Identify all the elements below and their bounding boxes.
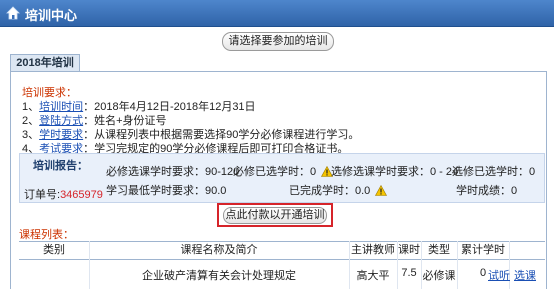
course-table-header: 类别 课程名称及简介 主讲教师 课时 类型 累计学时 <box>19 241 545 260</box>
minimum-hours-requirement: 学习最低学时要求：90.0 <box>106 185 227 197</box>
home-icon <box>6 6 20 20</box>
hours-score: 学时成绩：0 <box>456 185 518 197</box>
required-selected-hours: 必修已选学时：0 <box>233 163 334 179</box>
required-hours-requirement: 必修选课学时要求：90-120 <box>106 166 240 178</box>
course-teacher: 高大平 <box>356 270 390 282</box>
pay-to-activate-button[interactable]: 点此付款以开通培训 <box>223 207 327 224</box>
completed-hours: 已完成学时：0.0 <box>289 182 388 198</box>
title-bar: 培训中心 <box>0 0 554 27</box>
course-list-heading: 课程列表： <box>19 229 74 241</box>
course-hours: 7.5 <box>401 267 417 279</box>
window-title: 培训中心 <box>25 8 78 23</box>
elective-hours-requirement: 选修选课学时要求：0 - 24 <box>331 166 459 178</box>
col-course-name: 课程名称及简介 <box>180 244 258 256</box>
col-type: 类型 <box>428 244 450 256</box>
choose-course-link[interactable]: 选课 <box>513 267 537 283</box>
trial-link[interactable]: 试听 <box>488 267 510 283</box>
col-category: 类别 <box>43 244 65 256</box>
course-name: 企业破产清算有关会计处理规定 <box>142 270 296 282</box>
course-type: 必修课 <box>422 270 456 282</box>
col-hours: 课时 <box>398 244 420 256</box>
tab-2018-training[interactable]: 2018年培训 <box>10 54 80 72</box>
select-training-button[interactable]: 请选择要参加的培训 <box>222 32 334 51</box>
col-accumulated: 累计学时 <box>461 244 505 256</box>
col-teacher: 主讲教师 <box>351 244 395 256</box>
elective-selected-hours: 选修已选学时：0 <box>452 166 536 178</box>
table-row: 企业破产清算有关会计处理规定 高大平 7.5 必修课 0 试听 选课 <box>19 259 545 289</box>
warning-icon <box>375 185 388 196</box>
pay-highlight-frame: 点此付款以开通培训 <box>217 203 333 227</box>
order-number: 订单号:3465979 <box>24 189 103 201</box>
report-heading: 培训报告： <box>33 160 88 172</box>
